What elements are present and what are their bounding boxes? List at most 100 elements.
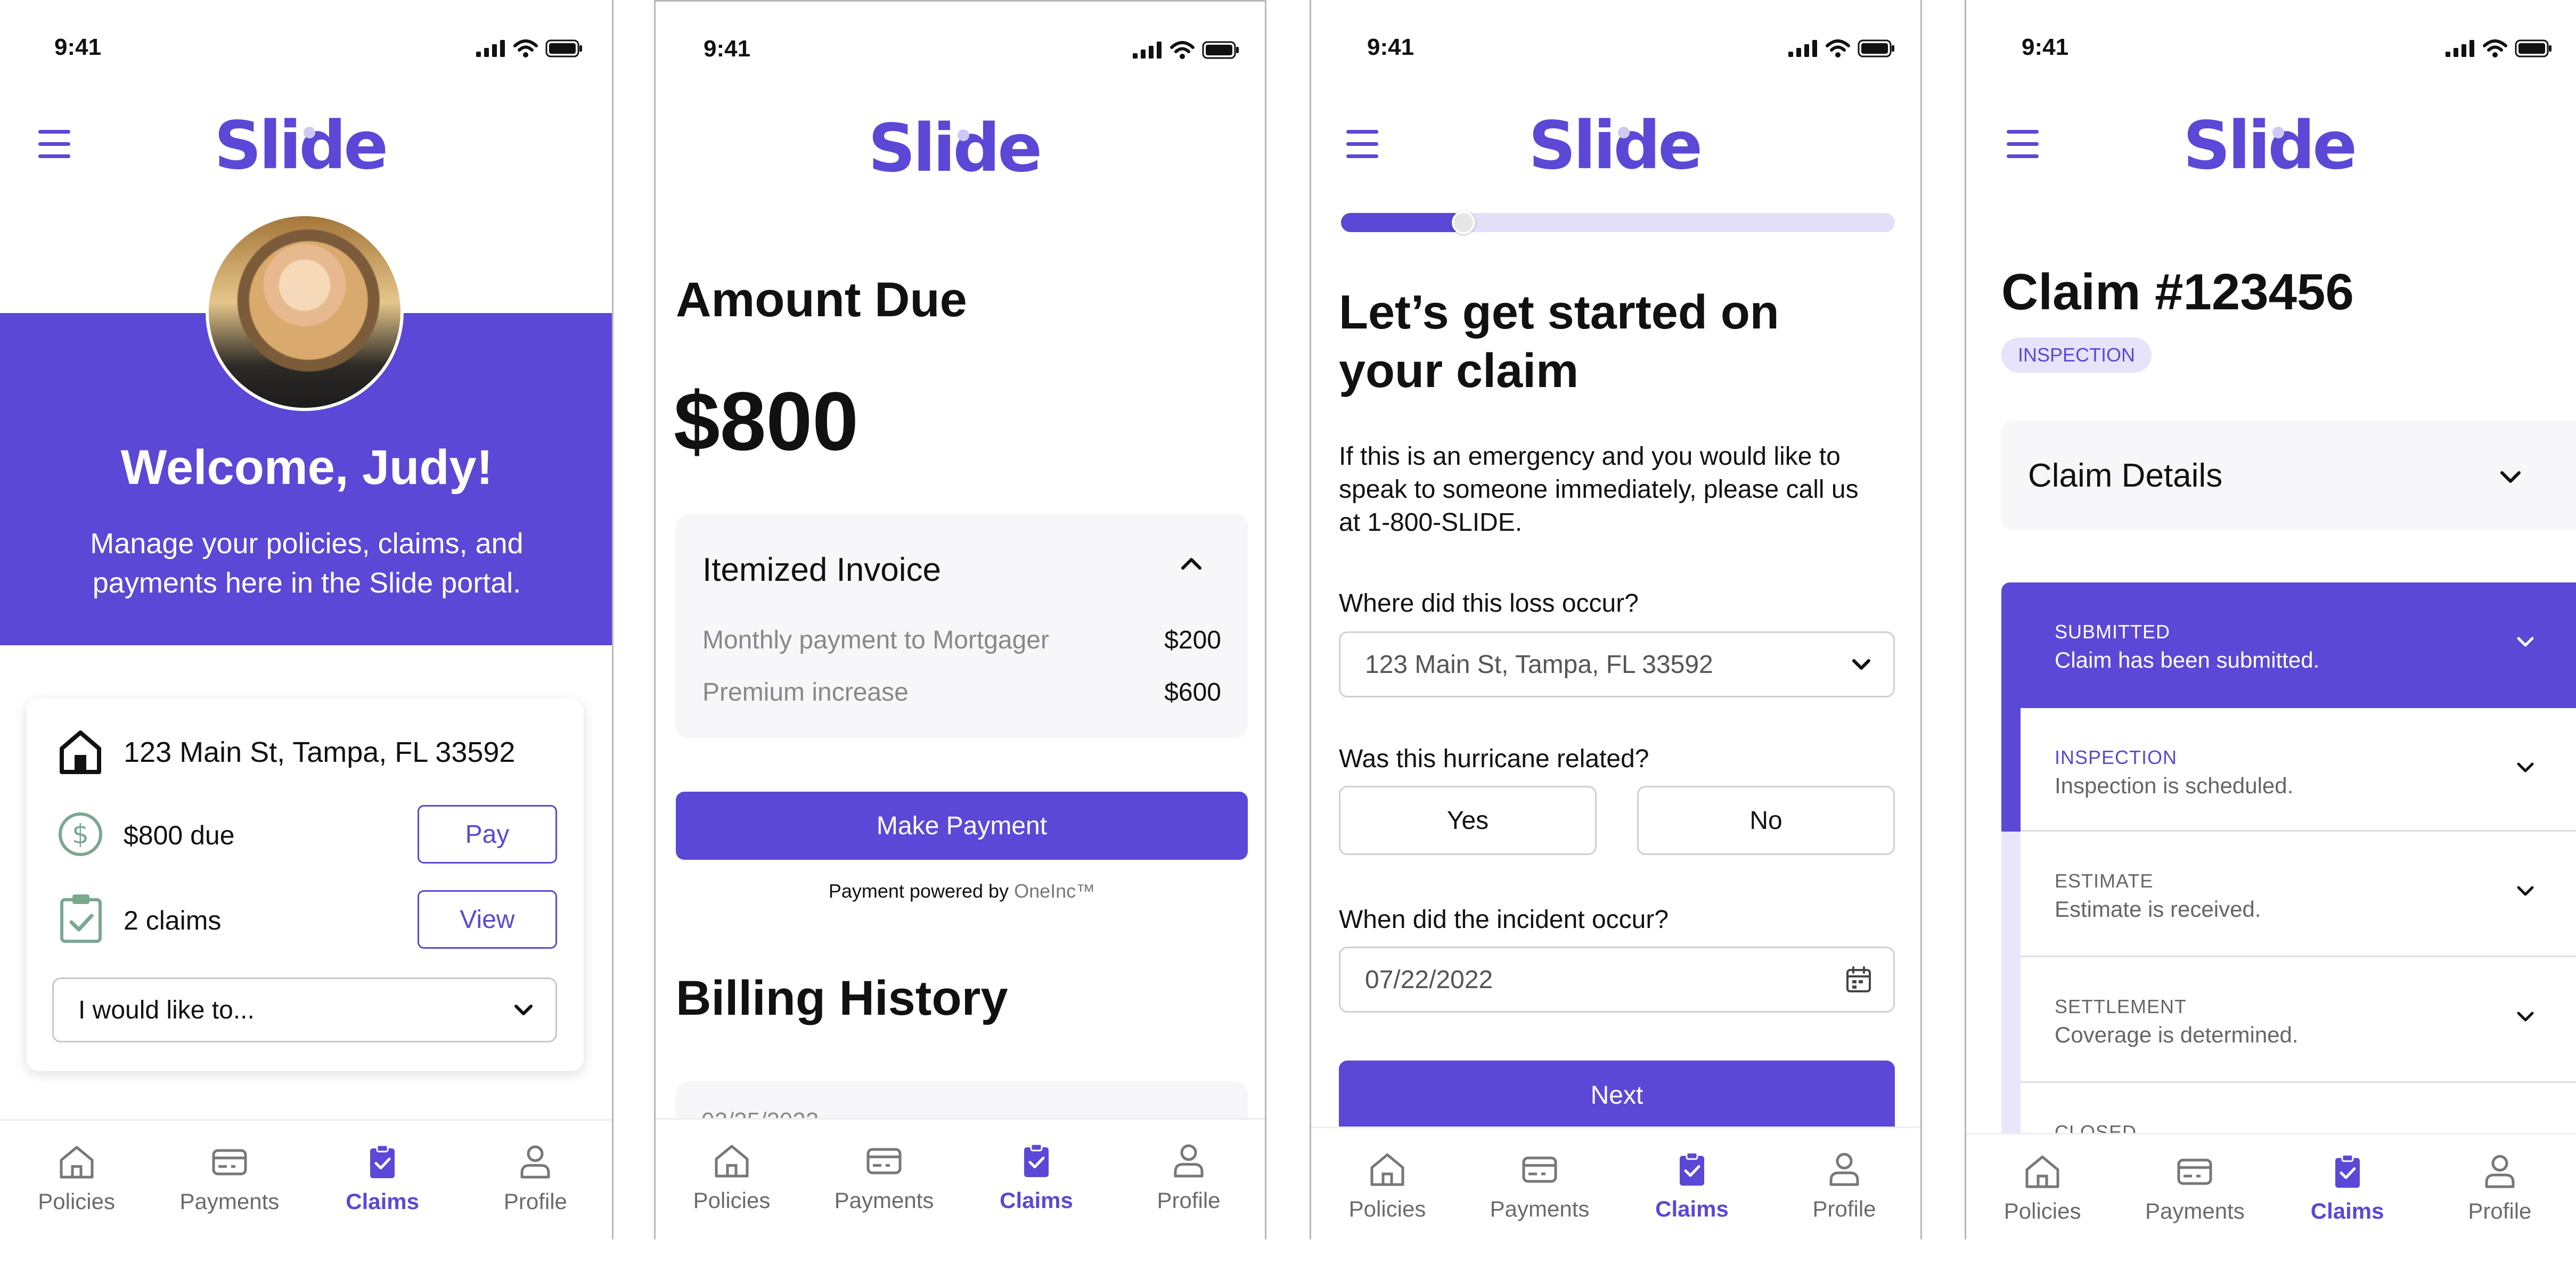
home-icon xyxy=(715,1145,749,1178)
incident-date-input[interactable]: 07/22/2022 xyxy=(1339,947,1895,1013)
wifi-icon xyxy=(513,39,538,57)
battery-icon xyxy=(1858,39,1894,57)
clipboard-check-icon xyxy=(2335,1154,2360,1188)
progress-bar xyxy=(1341,211,1895,234)
status-time: 9:41 xyxy=(54,34,102,60)
nav-payments[interactable]: Payments xyxy=(153,1121,306,1239)
nav-profile[interactable]: Profile xyxy=(2424,1135,2576,1239)
claim-form-title-2: your claim xyxy=(1339,344,1579,398)
step-title: SETTLEMENT xyxy=(2055,996,2187,1017)
step-desc: Inspection is scheduled. xyxy=(2055,773,2294,798)
emergency-text-1: If this is an emergency and you would li… xyxy=(1339,442,1841,471)
billing-history-heading: Billing History xyxy=(676,971,1008,1025)
step-title: SUBMITTED xyxy=(2055,621,2171,643)
timeline-step-settlement[interactable]: SETTLEMENT Coverage is determined. xyxy=(2021,957,2576,1083)
wifi-icon xyxy=(1826,39,1850,57)
home-icon xyxy=(2025,1155,2059,1188)
incident-date-value: 07/22/2022 xyxy=(1365,965,1493,994)
nav-label-profile: Profile xyxy=(1157,1188,1221,1213)
signal-icon xyxy=(476,40,505,57)
nav-profile[interactable]: Profile xyxy=(459,1121,612,1239)
status-time: 9:41 xyxy=(704,36,751,62)
calendar-icon[interactable] xyxy=(1845,966,1872,993)
loss-location-select[interactable]: 123 Main St, Tampa, FL 33592 xyxy=(1339,631,1895,697)
nav-label-policies: Policies xyxy=(1348,1196,1426,1221)
hurricane-no-button[interactable]: No xyxy=(1637,786,1895,855)
chevron-down-icon xyxy=(2517,1012,2534,1022)
nav-claims[interactable]: Claims xyxy=(306,1121,459,1239)
nav-label-payments: Payments xyxy=(2145,1198,2245,1223)
nav-label-claims: Claims xyxy=(346,1189,419,1214)
home-screen: 9:41 Slide Welcome, Judy! Manage your po… xyxy=(0,0,614,1239)
chevron-down-icon xyxy=(2500,471,2521,483)
nav-policies[interactable]: Policies xyxy=(1966,1135,2119,1239)
slide-logo: Slide xyxy=(1528,108,1703,184)
clipboard-check-icon xyxy=(1680,1152,1704,1186)
nav-payments[interactable]: Payments xyxy=(1463,1128,1616,1239)
nav-claims[interactable]: Claims xyxy=(960,1120,1113,1239)
hurricane-yes-button[interactable]: Yes xyxy=(1339,786,1597,855)
view-claims-button[interactable]: View xyxy=(418,890,557,949)
nav-policies[interactable]: Policies xyxy=(0,1121,153,1239)
nav-policies[interactable]: Policies xyxy=(1311,1128,1463,1239)
policy-address: 123 Main St, Tampa, FL 33592 xyxy=(124,736,516,768)
bottom-nav: Policies Payments Claims Profile xyxy=(1311,1127,1920,1239)
action-select[interactable]: I would like to... xyxy=(52,977,557,1042)
battery-icon xyxy=(545,39,582,57)
nav-claims[interactable]: Claims xyxy=(1616,1128,1768,1239)
make-payment-button[interactable]: Make Payment xyxy=(676,792,1248,860)
slide-logo: Slide xyxy=(868,110,1042,187)
home-icon xyxy=(1370,1153,1404,1186)
next-button[interactable]: Next xyxy=(1339,1061,1895,1130)
amount-due-heading: Amount Due xyxy=(676,273,967,327)
pay-button[interactable]: Pay xyxy=(418,805,557,864)
timeline-step-inspection[interactable]: INSPECTION Inspection is scheduled. xyxy=(2021,708,2576,832)
nav-label-claims: Claims xyxy=(1000,1188,1073,1213)
wifi-icon xyxy=(2483,39,2507,57)
itemized-invoice-panel: Itemized Invoice Monthly payment to Mort… xyxy=(676,514,1248,738)
claim-details-accordion[interactable]: Claim Details xyxy=(2001,421,2576,530)
menu-icon[interactable] xyxy=(1346,130,1378,159)
step-title: INSPECTION xyxy=(2055,746,2178,768)
slide-logo: Slide xyxy=(214,108,388,184)
menu-icon[interactable] xyxy=(38,130,70,159)
nav-label-policies: Policies xyxy=(38,1189,115,1214)
nav-profile[interactable]: Profile xyxy=(1768,1128,1920,1239)
chevron-down-icon xyxy=(1852,659,1870,670)
person-icon xyxy=(2485,1155,2515,1188)
amount-due-text: $800 due xyxy=(124,820,235,850)
card-icon xyxy=(2177,1158,2212,1185)
status-icons xyxy=(1133,41,1239,59)
invoice-item-value: $200 xyxy=(1164,626,1221,654)
chevron-up-icon[interactable] xyxy=(1180,556,1203,571)
menu-icon[interactable] xyxy=(2007,130,2039,159)
nav-label-claims: Claims xyxy=(1655,1196,1729,1221)
policy-card: 123 Main St, Tampa, FL 33592 $ $800 due … xyxy=(27,698,584,1071)
powered-by-brand: OneInc™ xyxy=(1014,880,1095,902)
person-icon xyxy=(1829,1153,1859,1186)
nav-profile[interactable]: Profile xyxy=(1113,1120,1265,1239)
claims-count-text: 2 claims xyxy=(124,906,222,935)
nav-label-payments: Payments xyxy=(834,1188,934,1213)
action-select-value: I would like to... xyxy=(78,996,255,1024)
nav-policies[interactable]: Policies xyxy=(656,1120,808,1239)
incident-date-label: When did the incident occur? xyxy=(1339,906,1669,934)
payments-screen: 9:41 Slide Amount Due $800 Itemized Invo… xyxy=(654,0,1266,1239)
timeline-step-submitted[interactable]: SUBMITTED Claim has been submitted. xyxy=(2001,582,2576,708)
nav-label-claims: Claims xyxy=(2310,1198,2384,1223)
claim-detail-screen: 9:41 Slide Claim #123456 INSPECTION Clai… xyxy=(1965,0,2576,1239)
nav-claims[interactable]: Claims xyxy=(2271,1135,2424,1239)
wifi-icon xyxy=(1170,41,1195,59)
status-icons xyxy=(1788,39,1895,57)
signal-icon xyxy=(2446,40,2474,57)
timeline-progress-rail xyxy=(2001,708,2021,832)
person-icon xyxy=(520,1145,550,1179)
nav-payments[interactable]: Payments xyxy=(2119,1135,2271,1239)
clipboard-check-icon xyxy=(60,894,102,943)
timeline-step-estimate[interactable]: ESTIMATE Estimate is received. xyxy=(2021,832,2576,957)
nav-payments[interactable]: Payments xyxy=(808,1120,960,1239)
card-icon xyxy=(212,1149,247,1176)
card-icon xyxy=(866,1148,902,1174)
claim-form-screen: 9:41 Slide Let’s get started on your cla… xyxy=(1310,0,1922,1239)
nav-label-policies: Policies xyxy=(2003,1198,2081,1223)
